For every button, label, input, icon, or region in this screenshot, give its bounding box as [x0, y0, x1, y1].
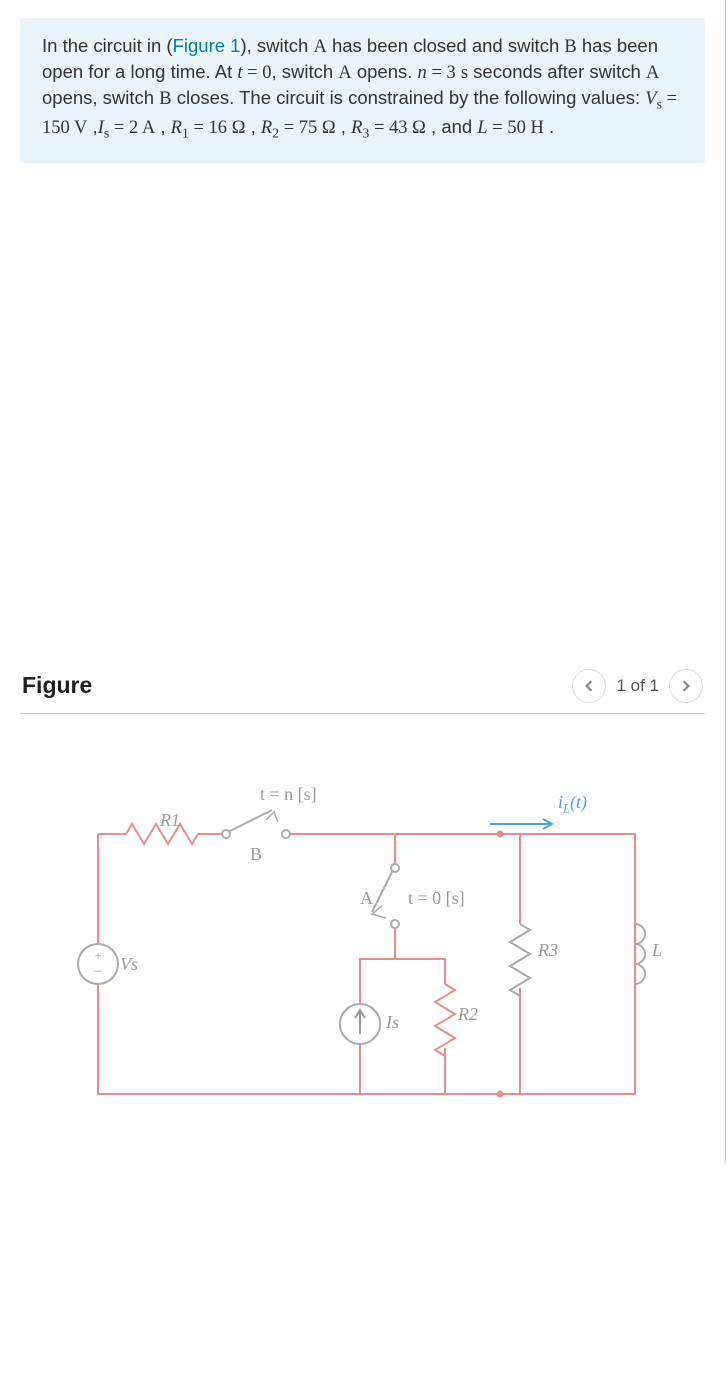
figure-title: Figure [22, 672, 572, 699]
text: , [245, 116, 260, 137]
text: In the circuit in ( [42, 35, 173, 56]
text: , [155, 116, 170, 137]
sym-n: n [418, 63, 427, 83]
num: 3 [446, 63, 455, 83]
switch-a-time-label: t = 0 [s] [408, 888, 465, 909]
figure-pager: 1 of 1 [572, 669, 703, 703]
sym-R2: R [261, 118, 272, 138]
text: . [544, 116, 554, 137]
sym-R3: R [351, 118, 362, 138]
text: , [87, 116, 97, 137]
text: = [427, 63, 447, 83]
sub: 1 [182, 127, 189, 142]
prev-button[interactable] [572, 669, 606, 703]
unit: Ω [412, 118, 426, 138]
text: = [243, 63, 263, 83]
circuit-diagram: + − t = n [s] R1 B A t = [60, 764, 660, 1124]
unit: H [530, 118, 543, 138]
unit: A [142, 118, 155, 138]
text: has been closed and switch [327, 35, 565, 56]
sym-B: B [159, 89, 171, 109]
sym-A: A [646, 63, 659, 83]
unit: V [74, 118, 87, 138]
val: = 50 [488, 118, 531, 138]
text: , and [426, 116, 477, 137]
unit: Ω [232, 118, 246, 138]
sym-L: L [477, 118, 487, 138]
vs-label: Vs [120, 954, 138, 975]
text: closes. The circuit is constrained by th… [172, 87, 646, 108]
text: seconds after switch [468, 61, 646, 82]
switch-b-label: B [250, 844, 262, 865]
r2-label: R2 [458, 1004, 478, 1025]
text: , switch [271, 61, 338, 82]
chevron-right-icon [680, 680, 692, 692]
val: = 2 [109, 118, 142, 138]
text: opens, switch [42, 87, 159, 108]
val: = 16 [189, 118, 232, 138]
sym-A: A [313, 37, 326, 57]
is-label: Is [386, 1012, 399, 1033]
l-label: L [652, 940, 662, 961]
sym-A: A [338, 63, 351, 83]
sym-Vs: V [645, 89, 656, 109]
val: = 75 [279, 118, 322, 138]
text: opens. [352, 61, 418, 82]
svg-text:+: + [94, 948, 101, 963]
figure-header: Figure 1 of 1 [20, 663, 705, 714]
figure-link[interactable]: Figure 1 [173, 35, 241, 56]
text: ), switch [240, 35, 313, 56]
unit-s: s [461, 63, 468, 83]
circuit-svg: + − [60, 764, 660, 1124]
page-indicator: 1 of 1 [616, 676, 659, 696]
switch-b-time-label: t = n [s] [260, 784, 317, 805]
text: , [336, 116, 351, 137]
val: = 43 [369, 118, 412, 138]
problem-statement: In the circuit in (Figure 1), switch A h… [20, 18, 705, 163]
chevron-left-icon [583, 680, 595, 692]
r1-label: R1 [160, 810, 180, 831]
next-button[interactable] [669, 669, 703, 703]
figure-body: + − t = n [s] R1 B A t = [20, 714, 705, 1124]
sym-R1: R [171, 118, 182, 138]
il-label: iL(t) [558, 792, 587, 817]
sym-B: B [564, 37, 576, 57]
r3-label: R3 [538, 940, 558, 961]
unit: Ω [322, 118, 336, 138]
svg-text:−: − [94, 964, 102, 980]
switch-a-label: A [360, 888, 373, 909]
